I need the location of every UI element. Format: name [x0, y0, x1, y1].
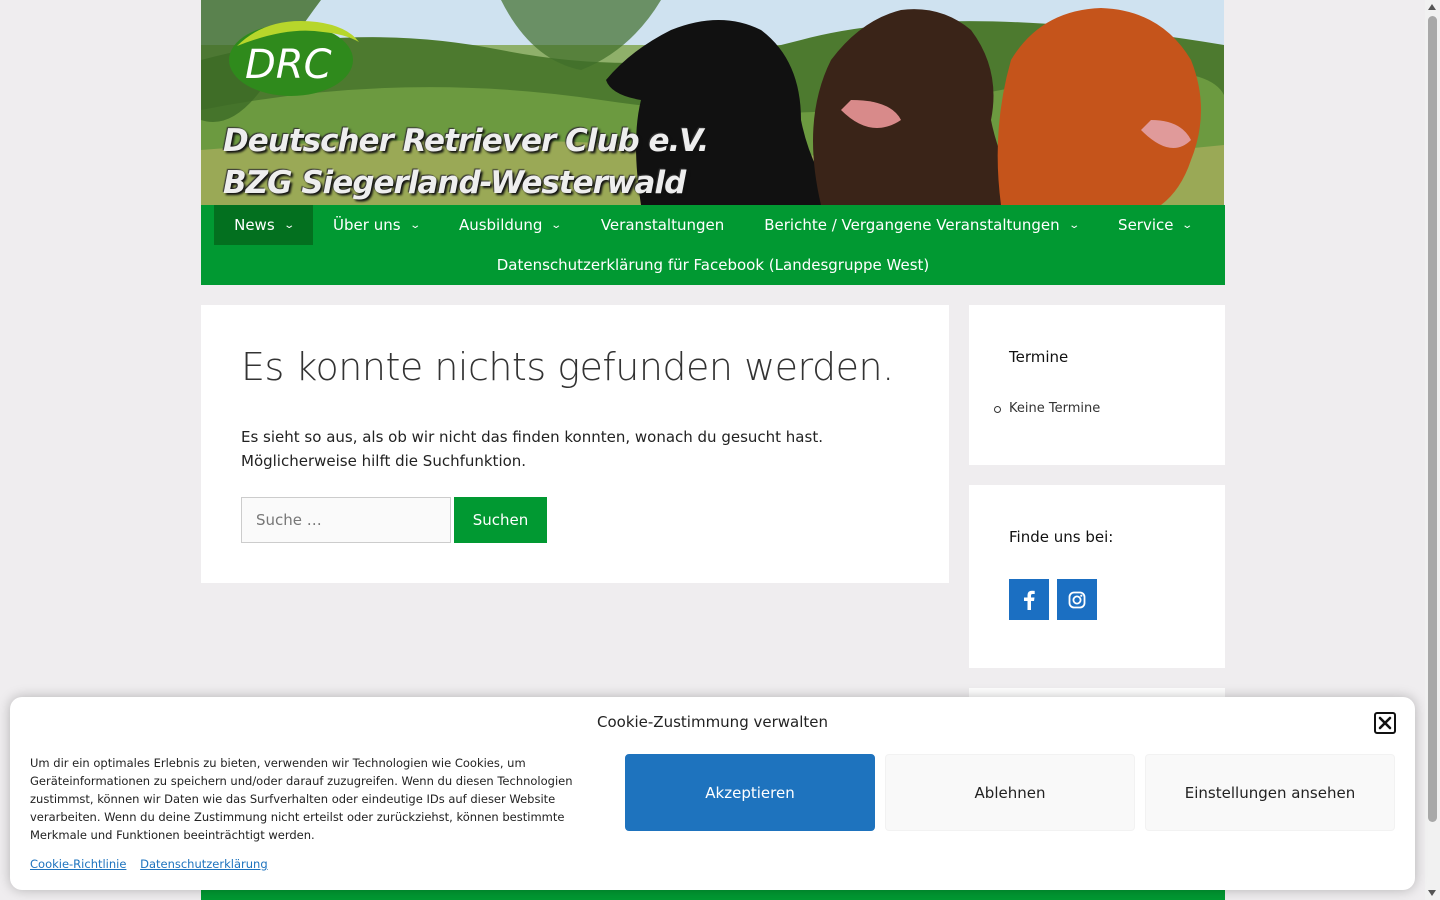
cookie-banner-title: Cookie-Zustimmung verwalten [596, 713, 828, 731]
page-title: Es konnte nichts gefunden werden. [241, 345, 894, 389]
cookie-deny-button[interactable]: Ablehnen [885, 754, 1135, 831]
cookie-consent-banner: Cookie-Zustimmung verwalten Um dir ein o… [10, 697, 1415, 890]
nav-item-veranstaltungen[interactable]: Veranstaltungen [581, 205, 744, 245]
facebook-icon [1024, 590, 1035, 610]
drc-logo[interactable]: DRC [227, 16, 363, 98]
not-found-message: Es sieht so aus, als ob wir nicht das fi… [241, 428, 823, 470]
cookie-message: Um dir ein optimales Erlebnis zu bieten,… [30, 756, 573, 842]
nav-item-service[interactable]: Service ⌄ [1098, 205, 1212, 245]
svg-text:DRC: DRC [245, 42, 332, 88]
nav-item-label: Service [1118, 216, 1174, 234]
chevron-down-icon: ⌄ [1181, 219, 1194, 231]
nav-item-news[interactable]: News ⌄ [214, 205, 314, 245]
site-title-line-2: BZG Siegerland-Westerwald [223, 165, 686, 201]
widget-title: Termine [1009, 348, 1069, 366]
main-content: Es konnte nichts gefunden werden. Es sie… [201, 305, 949, 583]
search-button[interactable]: Suchen [454, 497, 547, 543]
nav-item-ueber-uns[interactable]: Über uns ⌄ [313, 205, 439, 245]
scrollbar-thumb[interactable] [1428, 16, 1437, 822]
nav-row-secondary: Datenschutzerklärung für Facebook (Lande… [201, 245, 1225, 285]
scrollbar[interactable] [1425, 0, 1440, 900]
nav-item-label: Berichte / Vergangene Veranstaltungen [764, 216, 1060, 234]
nav-item-label: News [234, 216, 275, 234]
chevron-down-icon: ⌄ [1067, 219, 1080, 231]
nav-row-primary: News ⌄ Über uns ⌄ Ausbildung ⌄ Veranstal… [201, 205, 1225, 245]
nav-item-datenschutz-facebook[interactable]: Datenschutzerklärung für Facebook (Lande… [477, 245, 950, 285]
list-item: Keine Termine [993, 401, 1101, 416]
termine-list: Keine Termine [993, 401, 1101, 416]
nav-item-label: Datenschutzerklärung für Facebook (Lande… [496, 256, 930, 274]
nav-item-label: Ausbildung [458, 216, 543, 234]
search-input[interactable] [241, 497, 451, 543]
scroll-up-arrow-icon[interactable] [1428, 4, 1436, 10]
social-widget: Finde uns bei: [969, 485, 1225, 668]
nav-item-berichte[interactable]: Berichte / Vergangene Veranstaltungen ⌄ [744, 205, 1098, 245]
cookie-settings-button[interactable]: Einstellungen ansehen [1145, 754, 1395, 831]
facebook-link[interactable] [1009, 579, 1049, 620]
nav-item-label: Veranstaltungen [600, 216, 725, 234]
privacy-policy-link[interactable]: Datenschutzerklärung [140, 857, 268, 871]
nav-item-ausbildung[interactable]: Ausbildung ⌄ [439, 205, 581, 245]
chevron-down-icon: ⌄ [282, 219, 295, 231]
main-navigation: News ⌄ Über uns ⌄ Ausbildung ⌄ Veranstal… [201, 205, 1225, 285]
cookie-policy-link[interactable]: Cookie-Richtlinie [30, 857, 126, 871]
instagram-icon [1068, 591, 1086, 608]
instagram-link[interactable] [1057, 579, 1097, 620]
chevron-down-icon: ⌄ [550, 219, 563, 231]
nav-item-label: Über uns [333, 216, 401, 234]
header-banner: DRC Deutscher Retriever Club e.V. BZG Si… [201, 0, 1224, 205]
cookie-accept-button[interactable]: Akzeptieren [625, 754, 875, 831]
chevron-down-icon: ⌄ [408, 219, 421, 231]
cookie-close-button[interactable] [1374, 712, 1396, 734]
cookie-links: Cookie-Richtlinie Datenschutzerklärung [30, 857, 278, 871]
site-title-line-1: Deutscher Retriever Club e.V. [223, 123, 709, 159]
close-icon [1378, 716, 1392, 730]
widget-title: Finde uns bei: [1009, 528, 1114, 546]
termine-widget: Termine Keine Termine [969, 305, 1225, 465]
scroll-down-arrow-icon[interactable] [1428, 890, 1436, 896]
